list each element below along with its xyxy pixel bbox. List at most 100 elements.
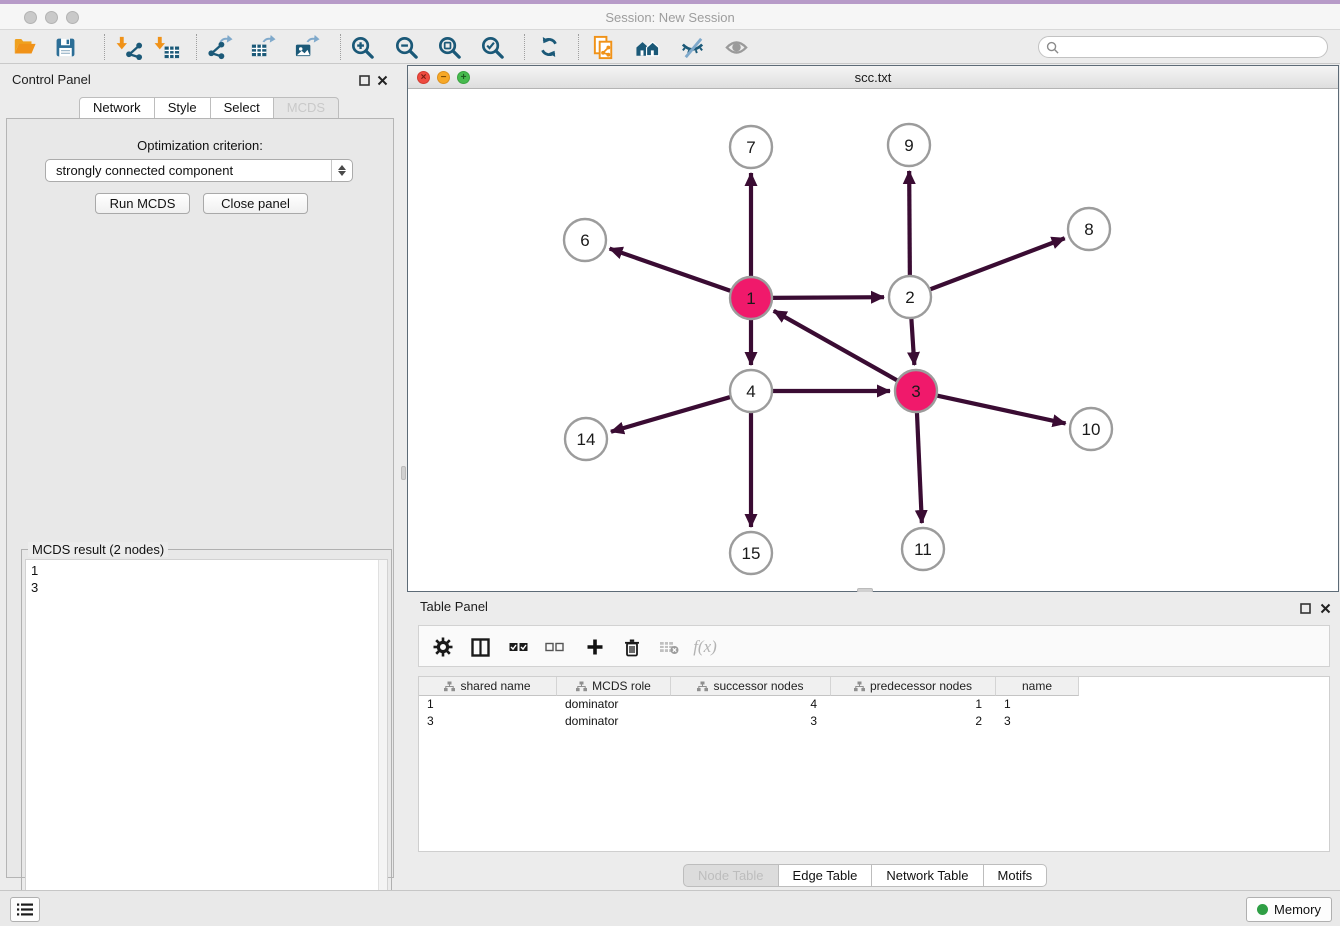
panel-splitter[interactable] — [400, 64, 407, 890]
export-image-icon — [293, 34, 320, 61]
node-9[interactable]: 9 — [888, 124, 930, 166]
export-table-button[interactable] — [245, 33, 279, 61]
edge-2-3[interactable] — [911, 316, 914, 365]
tab-mcds[interactable]: MCDS — [274, 97, 339, 119]
zoom-selected-button[interactable] — [475, 33, 509, 61]
cell-predecessor-nodes[interactable]: 1 — [831, 696, 996, 713]
result-scrollbar[interactable] — [378, 560, 387, 921]
table-tabs: Node TableEdge TableNetwork TableMotifs — [683, 864, 1047, 887]
close-table-panel-button[interactable] — [1320, 601, 1333, 614]
edge-1-2[interactable] — [770, 297, 884, 298]
save-session-button[interactable] — [48, 33, 82, 61]
edge-3-1[interactable] — [774, 311, 900, 382]
show-all-button[interactable] — [719, 33, 753, 61]
refresh-button[interactable] — [532, 33, 566, 61]
delete-table-button[interactable] — [655, 634, 683, 660]
table-tab-node-table[interactable]: Node Table — [683, 864, 779, 887]
delete-column-button[interactable] — [618, 634, 646, 660]
run-mcds-button[interactable]: Run MCDS — [95, 193, 190, 214]
node-1[interactable]: 1 — [730, 277, 772, 319]
node-4[interactable]: 4 — [730, 370, 772, 412]
open-session-button[interactable] — [8, 33, 42, 61]
fx-icon: f(x) — [693, 637, 717, 657]
first-neighbors-button[interactable] — [631, 33, 665, 61]
node-table[interactable]: shared name MCDS role successor nodesprede… — [418, 676, 1330, 852]
table-row-2[interactable]: 3dominator323 — [419, 713, 1079, 730]
cell-shared-name[interactable]: 3 — [419, 713, 557, 730]
memory-button[interactable]: Memory — [1246, 897, 1332, 922]
list-icon — [17, 903, 33, 916]
edge-4-14[interactable] — [611, 396, 733, 431]
close-panel-button-mcds[interactable]: Close panel — [203, 193, 308, 214]
cell-predecessor-nodes[interactable]: 2 — [831, 713, 996, 730]
node-10[interactable]: 10 — [1070, 408, 1112, 450]
select-all-button[interactable] — [504, 634, 532, 660]
import-network-button[interactable] — [112, 33, 146, 61]
zoom-out-button[interactable] — [389, 33, 423, 61]
show-column-button[interactable] — [466, 634, 494, 660]
cell-successor-nodes[interactable]: 3 — [671, 713, 831, 730]
network-graph[interactable]: 7 9 6 8 1 2 4 3 14 10 15 11 — [408, 89, 1338, 591]
column-label: MCDS role — [592, 679, 651, 693]
tab-network[interactable]: Network — [79, 97, 155, 119]
table-tab-edge-table[interactable]: Edge Table — [779, 864, 873, 887]
zoom-in-button[interactable] — [345, 33, 379, 61]
tab-style[interactable]: Style — [155, 97, 211, 119]
float-table-panel-button[interactable] — [1300, 601, 1313, 614]
import-table-button[interactable] — [150, 33, 184, 61]
splitter-grip[interactable] — [401, 466, 406, 480]
column-header-name[interactable]: name — [996, 677, 1079, 696]
table-row-1[interactable]: 1dominator411 — [419, 696, 1079, 713]
column-header-shared-name[interactable]: shared name — [419, 677, 557, 696]
column-header-mcds-role[interactable]: MCDS role — [557, 677, 671, 696]
cell-successor-nodes[interactable]: 4 — [671, 696, 831, 713]
tab-select[interactable]: Select — [211, 97, 274, 119]
clone-network-button[interactable] — [587, 33, 621, 61]
node-6[interactable]: 6 — [564, 219, 606, 261]
node-3[interactable]: 3 — [895, 370, 937, 412]
edge-2-9[interactable] — [909, 171, 910, 278]
deselect-all-button[interactable] — [540, 634, 568, 660]
delete-table-icon — [659, 639, 679, 655]
hide-selected-button[interactable] — [675, 33, 709, 61]
optimization-dropdown[interactable]: strongly connected component — [45, 159, 353, 182]
sitemap-sort-icon — [854, 681, 865, 692]
node-8[interactable]: 8 — [1068, 208, 1110, 250]
main-toolbar — [0, 30, 1340, 64]
search-input[interactable] — [1063, 38, 1327, 56]
export-image-button[interactable] — [289, 33, 323, 61]
edge-1-6[interactable] — [610, 249, 734, 292]
node-11[interactable]: 11 — [902, 528, 944, 570]
cell-name[interactable]: 1 — [996, 696, 1079, 713]
column-header-successor-nodes[interactable]: successor nodes — [671, 677, 831, 696]
edge-3-10[interactable] — [935, 395, 1066, 423]
add-column-button[interactable] — [581, 634, 609, 660]
table-tab-network-table[interactable]: Network Table — [872, 864, 983, 887]
function-builder-button[interactable]: f(x) — [691, 634, 719, 660]
node-15[interactable]: 15 — [730, 532, 772, 574]
column-header-predecessor-nodes[interactable]: predecessor nodes — [831, 677, 996, 696]
table-settings-button[interactable] — [429, 634, 457, 660]
node-7[interactable]: 7 — [730, 126, 772, 168]
task-history-button[interactable] — [10, 897, 40, 922]
cell-mcds-role[interactable]: dominator — [557, 696, 671, 713]
node-label-2: 2 — [905, 288, 914, 307]
edge-2-8[interactable] — [928, 238, 1065, 290]
network-canvas[interactable]: 7 9 6 8 1 2 4 3 14 10 15 11 — [408, 89, 1338, 591]
close-icon — [377, 75, 388, 86]
toolbar-separator — [524, 34, 525, 60]
float-panel-button[interactable] — [359, 73, 372, 86]
close-panel-button[interactable] — [377, 73, 390, 86]
node-14[interactable]: 14 — [565, 418, 607, 460]
refresh-icon — [536, 34, 562, 60]
table-tab-motifs[interactable]: Motifs — [984, 864, 1048, 887]
node-2[interactable]: 2 — [889, 276, 931, 318]
mcds-result-area[interactable]: 1 3 — [25, 559, 388, 922]
cell-name[interactable]: 3 — [996, 713, 1079, 730]
export-network-button[interactable] — [202, 33, 236, 61]
cell-mcds-role[interactable]: dominator — [557, 713, 671, 730]
dropdown-value: strongly connected component — [56, 163, 233, 178]
edge-3-11[interactable] — [917, 410, 922, 523]
fit-content-button[interactable] — [432, 33, 466, 61]
cell-shared-name[interactable]: 1 — [419, 696, 557, 713]
